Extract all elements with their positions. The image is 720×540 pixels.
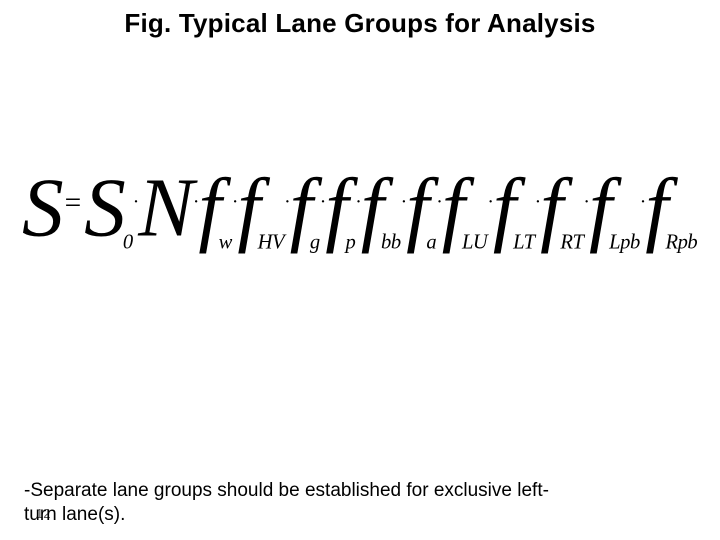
term-f-p-subscript: p <box>345 232 355 253</box>
term-S0-subscript: 0 <box>123 232 133 253</box>
term-f-Rpb: fRpb <box>645 166 698 249</box>
term-f-Rpb-subscript: Rpb <box>666 232 698 253</box>
caption-line-1: -Separate lane groups should be establis… <box>24 480 549 501</box>
term-f-HV: fHV <box>237 166 285 249</box>
term-f-LT: fLT <box>493 166 536 249</box>
term-f-LT-subscript: LT <box>513 232 535 253</box>
term-S0: S0 <box>84 166 134 249</box>
term-f-LU: fLU <box>442 166 489 249</box>
figure-title: Fig. Typical Lane Groups for Analysis <box>0 8 720 39</box>
term-f-w-subscript: w <box>219 232 232 253</box>
term-f-g: fg <box>290 166 321 249</box>
term-f-w: fw <box>198 166 232 249</box>
term-N-letter: N <box>138 166 194 249</box>
equation-container: S=S0·N·fw·fHV·fg·fp·fbb·fa·fLU·fLT·fRT·f… <box>22 110 698 330</box>
term-f-g-subscript: g <box>310 232 320 253</box>
lhs-S: S <box>22 166 64 249</box>
term-S0-letter: S <box>84 166 126 249</box>
term-f-Lpb-subscript: Lpb <box>609 232 640 253</box>
term-f-RT: fRT <box>540 166 584 249</box>
term-N: N <box>138 166 194 249</box>
saturation-flow-equation: S=S0·N·fw·fHV·fg·fp·fbb·fa·fLU·fLT·fRT·f… <box>22 166 353 274</box>
term-f-RT-subscript: RT <box>560 232 583 253</box>
caption-line-2: turn lane(s). <box>24 504 125 525</box>
term-f-p: fp <box>325 166 356 249</box>
term-f-a: fa <box>406 166 437 249</box>
term-f-bb-subscript: bb <box>381 232 401 253</box>
caption-text: -Separate lane groups should be establis… <box>24 479 696 528</box>
term-f-bb: fbb <box>361 166 402 249</box>
slide: Fig. Typical Lane Groups for Analysis S=… <box>0 0 720 540</box>
term-f-a-subscript: a <box>426 232 436 253</box>
term-f-HV-subscript: HV <box>258 232 284 253</box>
term-f-LU-subscript: LU <box>462 232 487 253</box>
equals-sign: = <box>65 186 82 220</box>
term-f-Lpb: fLpb <box>589 166 641 249</box>
